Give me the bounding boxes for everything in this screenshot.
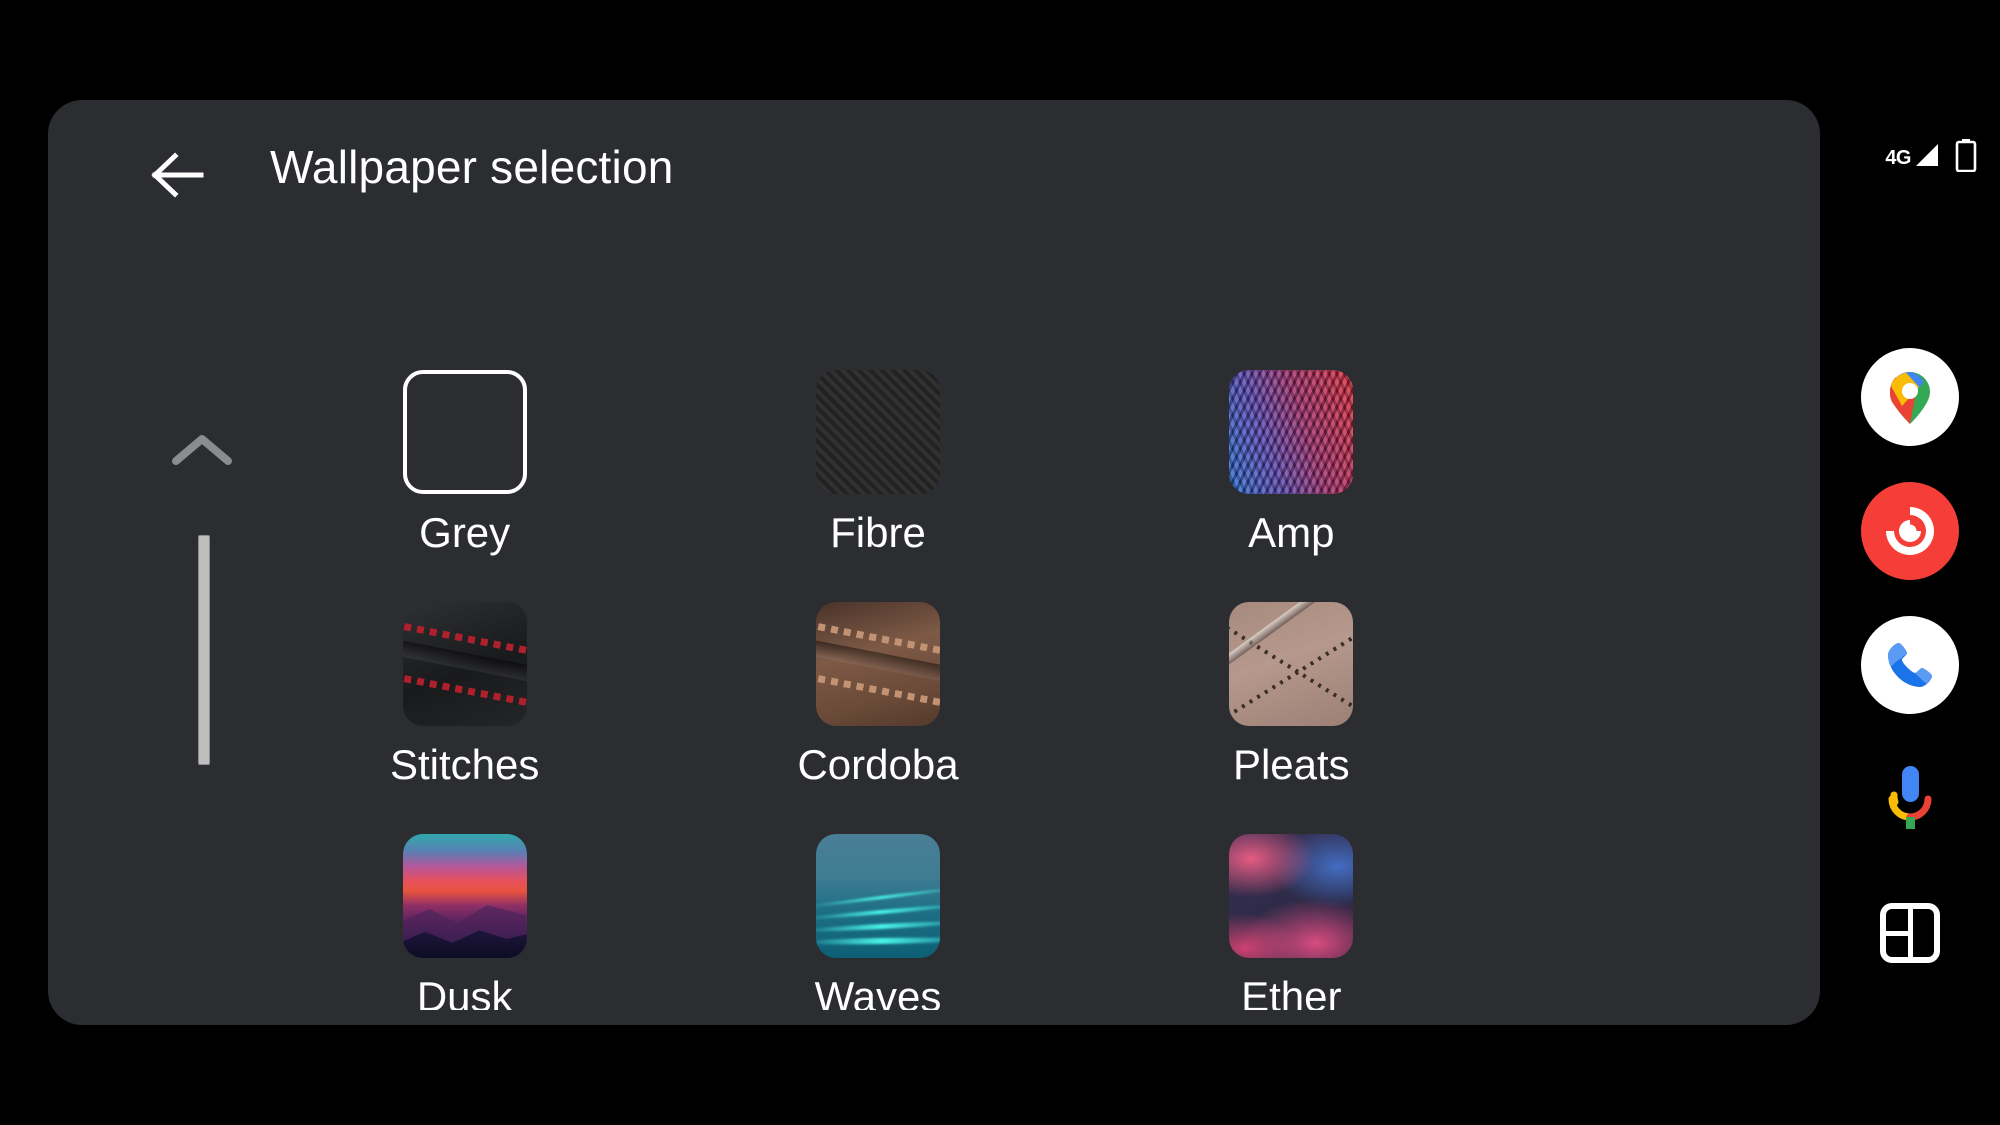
wallpaper-preview-stitches — [402, 602, 527, 726]
wallpaper-tile[interactable]: Stitches — [308, 602, 621, 834]
google-maps-icon — [1890, 372, 1930, 424]
wallpaper-art — [815, 370, 940, 494]
wallpaper-preview-pleats — [1229, 602, 1354, 726]
chevron-up-icon — [172, 435, 232, 465]
pocket-casts-icon — [1886, 507, 1934, 555]
wallpaper-tile[interactable]: Ether — [1135, 834, 1448, 1010]
wallpaper-label: Dusk — [416, 973, 513, 1011]
signal-triangle-icon — [1916, 144, 1938, 166]
wallpaper-tile[interactable]: Waves — [721, 834, 1034, 1010]
app-bar: Wallpaper selection — [48, 100, 1820, 240]
wallpaper-thumbnail[interactable] — [815, 834, 940, 958]
dock-item-pocket-casts[interactable] — [1820, 464, 2000, 598]
wallpaper-thumbnail[interactable] — [815, 370, 940, 494]
wallpaper-preview-ether — [1229, 834, 1354, 958]
wallpaper-preview-grey — [407, 374, 523, 490]
scroll-controls — [148, 280, 258, 1000]
scroll-up-button[interactable] — [160, 425, 244, 481]
dock-item-split-screen[interactable] — [1820, 866, 2000, 1000]
wallpaper-tile[interactable]: Fibre — [721, 370, 1034, 602]
wallpaper-label: Pleats — [1232, 741, 1350, 788]
google-assistant-mic-icon — [1888, 766, 1932, 829]
wallpaper-tile[interactable]: Cordoba — [721, 602, 1034, 834]
page-title: Wallpaper selection — [270, 141, 674, 193]
arrow-left-icon — [151, 152, 204, 198]
phone-dialer-icon — [1888, 643, 1932, 687]
wallpaper-preview-amp — [1229, 370, 1354, 494]
wallpaper-preview-waves — [815, 834, 940, 958]
dock-item-assistant[interactable] — [1820, 732, 2000, 866]
wallpaper-thumbnail[interactable] — [1229, 602, 1354, 726]
dock-item-phone[interactable] — [1820, 598, 2000, 732]
wallpaper-selection-panel: Wallpaper selection Grey Fibre Amp Stitches… — [48, 100, 1820, 1025]
wallpaper-label: Ether — [1241, 973, 1342, 1011]
wallpaper-thumbnail[interactable] — [402, 834, 527, 958]
scrollbar-thumb[interactable] — [198, 535, 210, 765]
back-button[interactable] — [146, 144, 208, 206]
wallpaper-tile[interactable]: Dusk — [308, 834, 621, 1010]
status-bar: 4G — [1885, 138, 1978, 172]
wallpaper-thumbnail[interactable] — [815, 602, 940, 726]
wallpaper-thumbnail[interactable] — [1229, 370, 1354, 494]
wallpaper-art — [1229, 602, 1354, 726]
split-screen-icon — [1880, 903, 1940, 963]
wallpaper-label: Waves — [814, 973, 942, 1011]
wallpaper-tile[interactable]: Amp — [1135, 370, 1448, 602]
wallpaper-thumbnail[interactable] — [402, 370, 527, 494]
network-indicator: 4G — [1885, 142, 1940, 168]
wallpaper-tile[interactable]: Grey — [308, 370, 621, 602]
wallpaper-art — [407, 374, 523, 490]
app-dock — [1820, 330, 2000, 1000]
dock-item-maps[interactable] — [1820, 330, 2000, 464]
wallpaper-art — [1229, 834, 1354, 958]
wallpaper-preview-dusk — [402, 834, 527, 958]
wallpaper-label: Amp — [1248, 509, 1335, 556]
wallpaper-label: Cordoba — [797, 741, 959, 788]
wallpaper-tile[interactable]: Pleats — [1135, 602, 1448, 834]
device-screen: Wallpaper selection Grey Fibre Amp Stitches… — [0, 0, 2000, 1125]
battery-icon — [1955, 139, 1977, 172]
wallpaper-label: Fibre — [830, 509, 926, 556]
wallpaper-thumbnail[interactable] — [402, 602, 527, 726]
wallpaper-art — [1229, 370, 1354, 494]
wallpaper-preview-fibre — [815, 370, 940, 494]
wallpaper-label: Stitches — [389, 741, 540, 788]
network-type-label: 4G — [1885, 147, 1911, 169]
wallpaper-thumbnail[interactable] — [1229, 834, 1354, 958]
wallpaper-preview-cordoba — [815, 602, 940, 726]
wallpaper-grid: Grey Fibre Amp Stitches Cordoba Pleats Dusk Wav… — [308, 370, 1448, 1010]
wallpaper-label: Grey — [419, 509, 511, 556]
